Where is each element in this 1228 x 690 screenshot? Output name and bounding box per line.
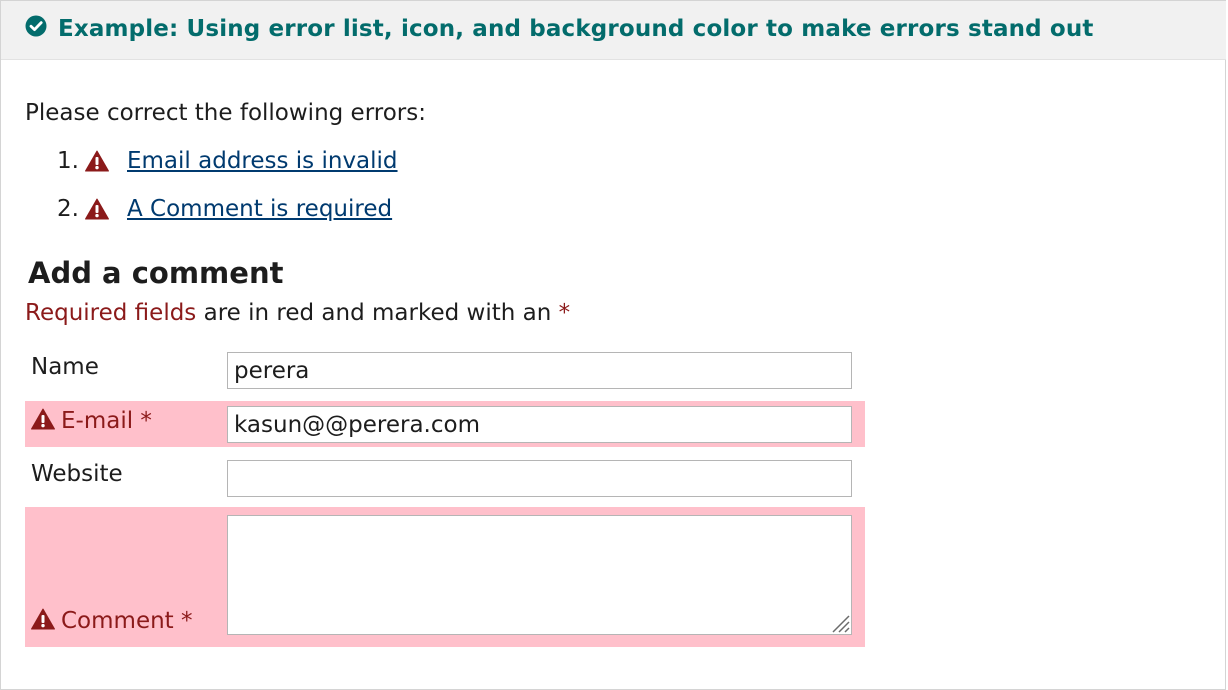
error-summary-intro: Please correct the following errors: [25,100,426,126]
comment-label: Comment * [61,608,193,634]
form-title: Add a comment [28,256,284,290]
warning-icon [31,408,55,430]
warning-icon [31,608,55,630]
resize-handle-icon[interactable] [828,611,850,633]
example-header: Example: Using error list, icon, and bac… [1,1,1226,60]
required-fields-note: Required fields are in red and marked wi… [25,300,570,326]
comment-error-link[interactable]: A Comment is required [127,196,392,222]
warning-icon [85,150,109,172]
website-field[interactable] [227,460,852,497]
comment-label-wrapper: Comment * [31,608,193,634]
email-field[interactable] [227,406,852,443]
name-row: Name [25,348,865,394]
email-label-wrapper: E-mail * [31,408,152,434]
website-row: Website [25,455,865,501]
required-fields-highlight: Required fields [25,300,197,326]
warning-icon [85,198,109,220]
error-number: 1. [57,148,79,174]
check-circle-icon [25,15,47,37]
email-error-link[interactable]: Email address is invalid [127,148,398,174]
name-label: Name [31,354,99,380]
comment-field[interactable] [227,515,852,635]
name-field[interactable] [227,352,852,389]
required-fields-text: are in red and marked with an [196,300,559,326]
email-label: E-mail * [61,408,152,434]
email-row: E-mail * [25,401,865,447]
example-title: Example: Using error list, icon, and bac… [58,16,1094,42]
required-asterisk: * [558,300,571,326]
comment-row: Comment * [25,507,865,647]
error-number: 2. [57,196,79,222]
website-label: Website [31,461,123,487]
